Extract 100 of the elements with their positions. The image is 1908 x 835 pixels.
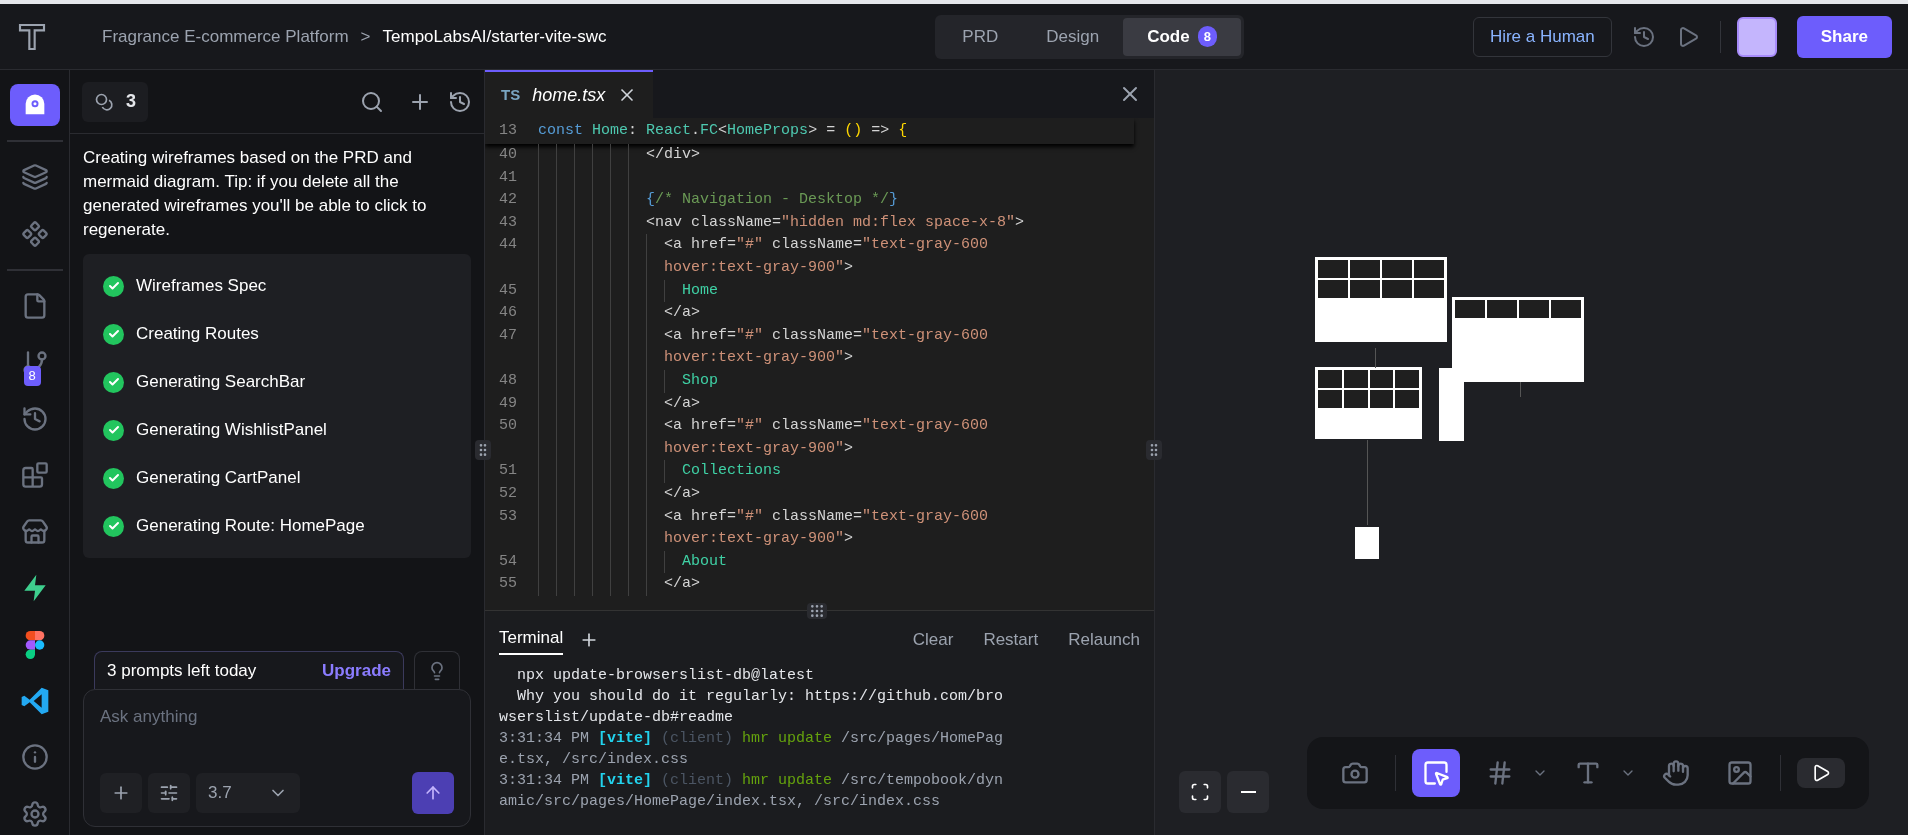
- photo-placeholder: [1487, 300, 1517, 318]
- connector-line: [1375, 348, 1376, 368]
- line-number: 50: [498, 416, 518, 437]
- share-button[interactable]: Share: [1796, 15, 1892, 58]
- breadcrumb-separator: >: [360, 25, 371, 48]
- line-number: 40: [498, 145, 518, 165]
- code-text: </a>: [663, 394, 701, 412]
- wireframe-thumbnail[interactable]: [1452, 297, 1584, 382]
- code-text: </a>: [663, 304, 701, 322]
- step-label: Generating WishlistPanel: [136, 419, 327, 442]
- resize-handle-icon[interactable]: [807, 603, 827, 619]
- code-text: </a>: [663, 575, 701, 593]
- prompt-input[interactable]: Ask anything 3.7: [83, 689, 471, 827]
- count-badge: 8: [23, 366, 41, 386]
- photo-placeholder: [1382, 280, 1412, 298]
- photo-placeholder: [1551, 300, 1581, 318]
- line-number: 44: [498, 235, 518, 256]
- line-number: 42: [498, 190, 518, 211]
- language-label: TS: [501, 84, 521, 105]
- terminal-line: npx update-browserslist-db@latest: [516, 666, 816, 686]
- line-number: 55: [498, 574, 518, 595]
- photo-placeholder: [1369, 370, 1394, 388]
- photo-placeholder: [1395, 370, 1419, 388]
- hire-button[interactable]: Hire a Human: [1472, 16, 1612, 57]
- code-text: <nav className="hidden md:flex space-x-8">: [645, 213, 1025, 231]
- breadcrumb-link[interactable]: TempoLabsAI/starter-vite-swc: [382, 23, 607, 50]
- play-icon: [1811, 763, 1831, 783]
- step-label: Generating Route: HomePage: [136, 515, 365, 538]
- model-select[interactable]: 3.7: [196, 773, 300, 813]
- fit-view-icon: [1190, 782, 1210, 802]
- photo-placeholder: [1350, 280, 1380, 298]
- line-number: 41: [498, 167, 518, 188]
- photo-placeholder: [1519, 300, 1549, 318]
- photo-placeholder: [1343, 390, 1368, 408]
- rail-button[interactable]: [9, 84, 60, 127]
- photo-placeholder: [1414, 280, 1444, 298]
- upgrade-link[interactable]: Upgrade: [322, 657, 391, 684]
- terminal-action[interactable]: Relaunch: [1068, 627, 1140, 653]
- code-text: Home: [681, 281, 719, 299]
- resize-handle-icon[interactable]: [1146, 440, 1162, 460]
- code-text: Collections: [681, 462, 782, 480]
- terminal-line: 3:31:34 PM [vite] (client) hmr update /src/pages/HomePag: [499, 729, 1005, 749]
- terminal-tab[interactable]: Terminal: [499, 625, 564, 655]
- search-icon[interactable]: [360, 89, 384, 114]
- wireframe-thumbnail[interactable]: [1355, 527, 1379, 559]
- terminal-action[interactable]: Clear: [912, 627, 954, 653]
- line-number: 13: [498, 120, 518, 141]
- tool-button[interactable]: [1797, 758, 1845, 788]
- terminal-line: 3:31:34 PM [vite] (client) hmr update /src/tempobook/dyn: [499, 771, 1005, 791]
- settings-icon: [20, 799, 49, 828]
- fit-view-button[interactable]: [1179, 771, 1221, 813]
- photo-placeholder: [1414, 260, 1444, 278]
- avatar[interactable]: [1736, 16, 1777, 57]
- line-number: 53: [498, 506, 518, 527]
- rail-button[interactable]: 8: [9, 341, 60, 384]
- terminal-action[interactable]: Restart: [983, 627, 1039, 653]
- code-text: </div>: [645, 146, 701, 163]
- history-icon[interactable]: [448, 89, 472, 114]
- line-number: 43: [498, 212, 518, 233]
- code-text: <a href="#" className="text-gray-600: [663, 417, 989, 435]
- photo-placeholder: [1343, 370, 1368, 388]
- line-number: 48: [498, 370, 518, 391]
- file-tab[interactable]: TS home.tsx: [485, 70, 654, 118]
- send-button[interactable]: [412, 772, 454, 814]
- photo-placeholder: [1318, 280, 1348, 298]
- code-text: hover:text-gray-900">: [663, 258, 854, 276]
- code-text: hover:text-gray-900">: [663, 530, 854, 548]
- wireframe-thumbnail[interactable]: [1439, 368, 1464, 441]
- terminal-line: amic/src/pages/HomePage/index.tsx, /src/index.css: [499, 792, 942, 812]
- layers-icon: [20, 163, 49, 192]
- wireframe-thumbnail[interactable]: [1315, 257, 1447, 342]
- wireframe-thumbnail[interactable]: [1315, 367, 1422, 439]
- info-icon: [20, 743, 49, 772]
- view-tab[interactable]: PRD: [938, 17, 1023, 56]
- code-text: hover:text-gray-900">: [663, 349, 854, 367]
- options-button[interactable]: [148, 773, 190, 813]
- credits-chip[interactable]: 3: [82, 81, 148, 122]
- store-icon: [20, 517, 49, 546]
- terminal-line: Why you should do it regularly: https://github.com/bro: [516, 687, 1005, 707]
- figma-logo-icon: [24, 630, 45, 659]
- resize-handle-icon[interactable]: [475, 440, 491, 460]
- photo-placeholder: [1318, 370, 1342, 388]
- sliders-icon: [159, 783, 179, 803]
- line-number: 46: [498, 303, 518, 324]
- file-name: home.tsx: [532, 83, 606, 107]
- photo-placeholder: [1350, 260, 1380, 278]
- history-icon[interactable]: [1631, 24, 1656, 49]
- line-number: 45: [498, 280, 518, 301]
- photo-placeholder: [1369, 390, 1394, 408]
- terminal-line: e.tsx, /src/index.css: [499, 750, 690, 770]
- add-button[interactable]: [100, 773, 142, 813]
- photo-placeholder: [1395, 390, 1419, 408]
- tool-button[interactable]: [1412, 749, 1460, 797]
- breadcrumb-link[interactable]: Fragrance E-commerce Platform: [102, 23, 349, 50]
- connector-line: [1520, 382, 1521, 397]
- terminal-line: wserslist/update-db#readme: [499, 708, 735, 728]
- code-text: <a href="#" className="text-gray-600: [663, 236, 989, 254]
- view-tab[interactable]: Design: [1022, 17, 1124, 56]
- view-tab[interactable]: Code 8: [1123, 17, 1241, 56]
- blocks-icon: [20, 461, 49, 490]
